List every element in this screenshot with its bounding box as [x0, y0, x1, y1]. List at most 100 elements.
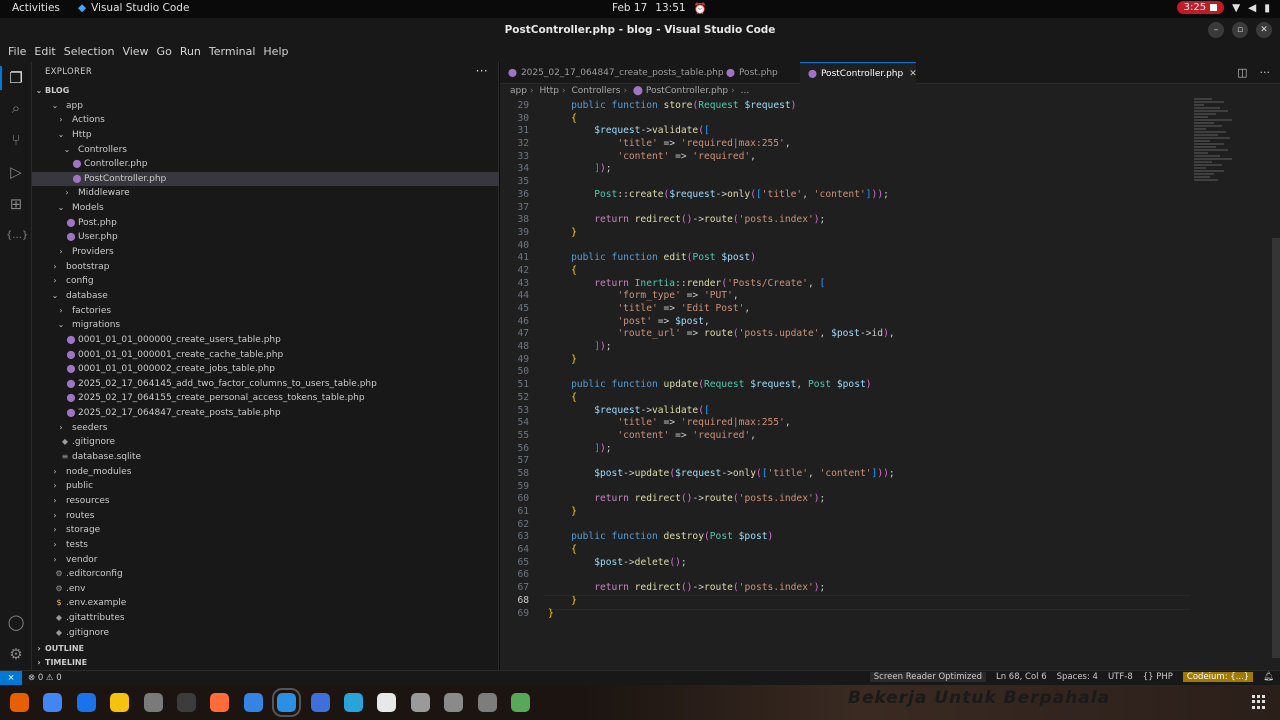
- source-control-icon[interactable]: ⑂: [6, 130, 26, 150]
- file-item[interactable]: ⬤ 2025_02_17_064145_add_two_factor_column…: [32, 377, 499, 392]
- code-line[interactable]: 49 }: [500, 354, 1200, 367]
- minimize-button[interactable]: –: [1208, 22, 1224, 38]
- codeium-icon[interactable]: {...}: [6, 226, 28, 246]
- code-line[interactable]: 69}: [500, 608, 1200, 621]
- close-window-button[interactable]: ✕: [1256, 22, 1272, 38]
- recording-indicator[interactable]: 3:25: [1176, 1, 1225, 14]
- code-line[interactable]: 43 return Inertia::render('Posts/Create'…: [500, 278, 1200, 291]
- folder-item[interactable]: ⌄ app: [32, 99, 499, 114]
- problems-indicator[interactable]: ⊗ 0 ⚠ 0: [28, 673, 62, 683]
- code-line[interactable]: 29 public function store(Request $reques…: [500, 100, 1200, 113]
- code-line[interactable]: 32 'title' => 'required|max:255',: [500, 138, 1200, 151]
- folder-item[interactable]: › Providers: [32, 245, 499, 260]
- code-line[interactable]: 65 $post->delete();: [500, 557, 1200, 570]
- text-editor-icon[interactable]: [243, 693, 263, 712]
- menu-terminal[interactable]: Terminal: [205, 42, 260, 62]
- recycle-icon[interactable]: [511, 693, 530, 712]
- folder-item[interactable]: › vendor: [32, 553, 499, 568]
- code-line[interactable]: 34 ]);: [500, 163, 1200, 176]
- breadcrumb-item[interactable]: app: [510, 86, 527, 96]
- tab-post-model[interactable]: ⬤ Post.php: [718, 62, 800, 84]
- file-item[interactable]: ⚙ .env: [32, 582, 499, 597]
- timeline-section[interactable]: › TIMELINE: [32, 656, 499, 670]
- menu-help[interactable]: Help: [259, 42, 292, 62]
- code-line[interactable]: 36 Post::create($request->only(['title',…: [500, 189, 1200, 202]
- folder-item[interactable]: ⌄ Controllers: [32, 143, 499, 158]
- file-item[interactable]: ⬤ 2025_02_17_064155_create_personal_acces…: [32, 391, 499, 406]
- telegram-icon[interactable]: [344, 693, 363, 712]
- folder-item[interactable]: › storage: [32, 523, 499, 538]
- code-line[interactable]: 35: [500, 176, 1200, 189]
- postman-icon[interactable]: [210, 693, 230, 712]
- folder-item[interactable]: ⌄ database: [32, 289, 499, 304]
- window-placeholder-icon[interactable]: [477, 693, 497, 712]
- tab-migration[interactable]: ⬤ 2025_02_17_064847_create_posts_table.ph…: [500, 62, 724, 84]
- menu-view[interactable]: View: [118, 42, 152, 62]
- code-line[interactable]: 67 return redirect()->route('posts.index…: [500, 582, 1200, 595]
- editor-scrollbar[interactable]: [1272, 238, 1280, 658]
- split-editor-icon[interactable]: ◫: [1237, 66, 1247, 79]
- show-apps-grid-icon[interactable]: [1252, 695, 1266, 709]
- folder-item[interactable]: › config: [32, 274, 499, 289]
- file-item[interactable]: ⬤ PostController.php: [32, 171, 499, 187]
- encoding[interactable]: UTF-8: [1108, 672, 1133, 682]
- code-line[interactable]: 64 {: [500, 544, 1200, 557]
- code-line[interactable]: 40: [500, 240, 1200, 253]
- code-line[interactable]: 56 ]);: [500, 443, 1200, 456]
- breadcrumb-item[interactable]: ...: [741, 86, 750, 96]
- breadcrumb-item[interactable]: Controllers: [571, 86, 620, 96]
- code-line[interactable]: 62: [500, 519, 1200, 532]
- app-menu[interactable]: ◆ Visual Studio Code: [78, 2, 189, 14]
- rhythmbox-icon[interactable]: [110, 693, 130, 712]
- code-line[interactable]: 38 return redirect()->route('posts.index…: [500, 214, 1200, 227]
- terminal-icon[interactable]: [177, 693, 196, 712]
- menu-file[interactable]: File: [4, 42, 30, 62]
- code-line[interactable]: 50: [500, 366, 1200, 379]
- file-item[interactable]: ⬤ 0001_01_01_000000_create_users_table.ph…: [32, 333, 499, 348]
- code-line[interactable]: 59: [500, 481, 1200, 494]
- code-line[interactable]: 48 ]);: [500, 341, 1200, 354]
- trash-placeholder-icon[interactable]: [410, 693, 430, 712]
- breadcrumb-item[interactable]: Http: [539, 86, 559, 96]
- search-icon[interactable]: ⌕: [6, 98, 26, 118]
- codeium-status[interactable]: Codeium: {...}: [1182, 672, 1254, 682]
- code-line[interactable]: 44 'form_type' => 'PUT',: [500, 290, 1200, 303]
- file-item[interactable]: ⬤ 0001_01_01_000002_create_jobs_table.php: [32, 362, 499, 377]
- code-line[interactable]: 46 'post' => $post,: [500, 316, 1200, 329]
- maximize-button[interactable]: ▫: [1232, 22, 1248, 38]
- menu-go[interactable]: Go: [153, 42, 176, 62]
- firefox-icon[interactable]: [10, 693, 29, 712]
- more-actions-icon[interactable]: ···: [1260, 66, 1271, 79]
- indentation[interactable]: Spaces: 4: [1057, 672, 1098, 682]
- system-tray[interactable]: 3:25 ▼ ◀ ▮: [1176, 1, 1270, 14]
- code-line[interactable]: 60 return redirect()->route('posts.index…: [500, 493, 1200, 506]
- folder-item[interactable]: › seeders: [32, 421, 499, 436]
- menu-selection[interactable]: Selection: [60, 42, 119, 62]
- notifications-bell-icon[interactable]: 🔔︎: [1263, 672, 1274, 682]
- file-item[interactable]: ◆ .gitattributes: [32, 611, 499, 626]
- screen-reader-status[interactable]: Screen Reader Optimized: [869, 672, 986, 682]
- activities-button[interactable]: Activities: [12, 2, 60, 14]
- breadcrumb-item[interactable]: PostController.php: [646, 86, 728, 96]
- cloud-app-icon[interactable]: [310, 693, 330, 712]
- file-item[interactable]: ⬤ Controller.php: [32, 157, 499, 172]
- manage-gear-icon[interactable]: ⚙: [6, 644, 26, 664]
- folder-item[interactable]: › routes: [32, 509, 499, 524]
- code-line[interactable]: 31 $request->validate([: [500, 125, 1200, 138]
- code-line[interactable]: 63 public function destroy(Post $post): [500, 531, 1200, 544]
- folder-item[interactable]: › node_modules: [32, 465, 499, 480]
- folder-item[interactable]: ⌄ Http: [32, 128, 499, 143]
- code-line[interactable]: 66: [500, 569, 1200, 582]
- file-item[interactable]: ⬤ Post.php: [32, 216, 499, 231]
- code-line[interactable]: 41 public function edit(Post $post): [500, 252, 1200, 265]
- code-line[interactable]: 37: [500, 202, 1200, 215]
- more-actions-icon[interactable]: ···: [476, 64, 488, 78]
- code-line[interactable]: 42 {: [500, 265, 1200, 278]
- code-line[interactable]: 55 'content' => 'required',: [500, 430, 1200, 443]
- code-line[interactable]: 45 'title' => 'Edit Post',: [500, 303, 1200, 316]
- run-debug-icon[interactable]: ▷: [6, 162, 26, 182]
- folder-item[interactable]: › Actions: [32, 113, 499, 128]
- folder-item[interactable]: › resources: [32, 494, 499, 509]
- minimap[interactable]: [1194, 98, 1240, 188]
- menu-edit[interactable]: Edit: [30, 42, 59, 62]
